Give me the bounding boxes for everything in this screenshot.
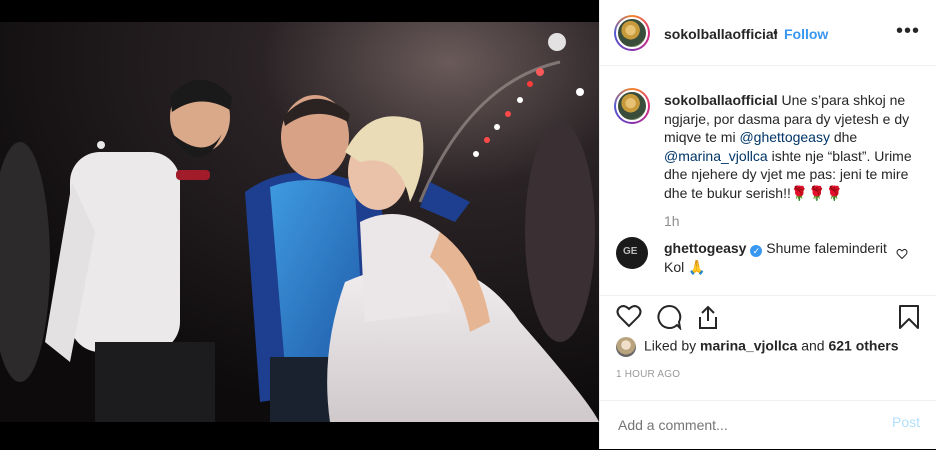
post-timestamp[interactable]: 1 HOUR AGO bbox=[616, 369, 680, 380]
post-actions-bar bbox=[600, 295, 936, 336]
post-photo[interactable] bbox=[0, 22, 599, 422]
comment-reply: ghettogeasy ✓ Shume faleminderit Kol 🙏 bbox=[664, 239, 894, 276]
comments-section: sokolballaofficial Une s’para shkoj ne n… bbox=[600, 66, 936, 295]
save-bookmark-icon[interactable] bbox=[898, 304, 920, 330]
likes-middle: and bbox=[797, 337, 829, 354]
follow-button[interactable]: Follow bbox=[784, 26, 828, 42]
post-side-panel: sokolballaofficial • Follow ••• sokolbal… bbox=[599, 0, 936, 449]
caption-username[interactable]: sokolballaofficial bbox=[664, 92, 778, 108]
add-comment-bar: Post bbox=[600, 400, 936, 450]
verified-badge-icon: ✓ bbox=[750, 245, 763, 257]
liker-avatar[interactable] bbox=[616, 337, 636, 357]
caption-text-2: dhe bbox=[829, 129, 858, 145]
reply-avatar-text: GE bbox=[623, 246, 638, 257]
author-avatar[interactable] bbox=[614, 15, 650, 51]
mention-ghettogeasy[interactable]: @ghettogeasy bbox=[739, 129, 830, 145]
post-header: sokolballaofficial • Follow ••• bbox=[600, 0, 936, 66]
photo-illustration bbox=[0, 22, 599, 422]
caption-time[interactable]: 1h bbox=[664, 213, 680, 229]
photo-area bbox=[0, 0, 599, 449]
like-comment-heart-icon[interactable] bbox=[896, 248, 908, 260]
like-heart-icon[interactable] bbox=[616, 304, 642, 328]
mention-marina-vjollca[interactable]: @marina_vjollca bbox=[664, 148, 768, 164]
more-options-icon[interactable]: ••• bbox=[896, 20, 920, 43]
likes-summary: Liked by marina_vjollca and 621 others bbox=[616, 337, 899, 359]
share-icon[interactable] bbox=[697, 304, 719, 330]
post-caption: sokolballaofficial Une s’para shkoj ne n… bbox=[664, 91, 920, 202]
liker-username[interactable]: marina_vjollca bbox=[700, 338, 797, 354]
comment-icon[interactable] bbox=[656, 304, 682, 330]
post-comment-button[interactable]: Post bbox=[892, 414, 920, 430]
likes-prefix: Liked by bbox=[644, 337, 701, 354]
header-separator: • bbox=[773, 24, 778, 40]
reply-username[interactable]: ghettogeasy bbox=[664, 240, 746, 256]
likes-count[interactable]: 621 others bbox=[828, 338, 898, 354]
caption-author-avatar[interactable] bbox=[614, 88, 650, 124]
author-username[interactable]: sokolballaofficial bbox=[664, 26, 778, 42]
add-comment-input[interactable] bbox=[616, 414, 870, 436]
reply-avatar[interactable]: GE bbox=[616, 237, 648, 269]
